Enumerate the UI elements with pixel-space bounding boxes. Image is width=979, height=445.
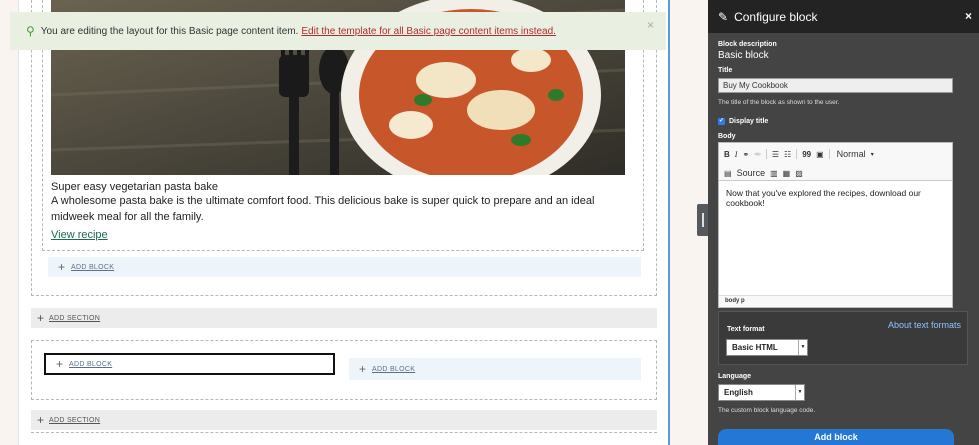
plus-icon: + <box>56 357 64 371</box>
language-select[interactable]: English ▼ <box>718 384 805 401</box>
block-description-value: Basic block <box>718 50 769 61</box>
bulleted-list-icon[interactable]: ☰ <box>772 150 779 159</box>
configure-block-panel: ✎ Configure block × Block description Ba… <box>708 0 979 445</box>
page-content-column: Super easy vegetarian pasta bake A whole… <box>18 0 670 445</box>
bold-button[interactable]: B <box>724 150 730 159</box>
element-path: body p <box>719 295 952 307</box>
text-format-select[interactable]: Basic HTML ▼ <box>726 339 808 356</box>
add-block-label: ADD BLOCK <box>69 360 113 368</box>
title-label: Title <box>718 67 733 74</box>
layout-section-3 <box>31 432 657 445</box>
language-help: The custom block language code. <box>718 407 816 414</box>
recipe-title: Super easy vegetarian pasta bake <box>51 181 218 193</box>
add-block-button[interactable]: Add block <box>718 429 954 445</box>
view-recipe-link[interactable]: View recipe <box>51 229 108 241</box>
panel-header: ✎ Configure block × <box>708 0 979 33</box>
link-icon[interactable]: ⚭ <box>742 150 749 159</box>
body-label: Body <box>718 133 736 140</box>
format-select[interactable]: Normal <box>837 149 866 159</box>
close-icon[interactable]: × <box>965 9 972 23</box>
block-description-label: Block description <box>718 41 777 48</box>
blockquote-button[interactable]: 99 <box>802 150 811 159</box>
add-section-label: ADD SECTION <box>49 416 101 424</box>
chevron-down-icon[interactable]: ▾ <box>871 151 874 158</box>
recipe-summary: A wholesome pasta bake is the ultimate c… <box>51 195 595 223</box>
image-icon[interactable]: ▣ <box>816 150 824 159</box>
panel-title: Configure block <box>734 9 818 24</box>
plus-icon: + <box>37 311 45 325</box>
add-block-region-second[interactable]: + ADD BLOCK <box>349 358 641 380</box>
title-help: The title of the block as shown to the u… <box>718 99 840 106</box>
add-block-label: ADD BLOCK <box>71 263 115 271</box>
plus-icon: + <box>359 362 367 376</box>
language-label: Language <box>718 373 752 380</box>
close-icon[interactable]: × <box>647 18 654 32</box>
source-icon[interactable]: ▤ <box>724 169 732 178</box>
paste-text-icon[interactable]: ▦ <box>783 169 791 178</box>
display-title-label: Display title <box>729 118 769 125</box>
add-section-1[interactable]: + ADD SECTION <box>31 308 657 328</box>
notice-text: You are editing the layout for this Basi… <box>40 25 299 37</box>
add-section-2[interactable]: + ADD SECTION <box>31 410 657 430</box>
about-text-formats-link[interactable]: About text formats <box>888 320 961 330</box>
add-block-label: ADD BLOCK <box>372 365 416 373</box>
layout-editor: Super easy vegetarian pasta bake A whole… <box>0 0 697 445</box>
text-format-label: Text format <box>727 326 765 333</box>
media-icon[interactable]: ▨ <box>795 169 803 178</box>
plus-icon: + <box>37 413 45 427</box>
unlink-icon[interactable]: ⚮ <box>754 150 761 159</box>
numbered-list-icon[interactable]: ☷ <box>784 150 791 159</box>
map-pin-icon: ⚲ <box>26 24 35 38</box>
chevron-down-icon: ▼ <box>795 385 804 400</box>
paste-icon[interactable]: ▥ <box>770 169 778 178</box>
editor-content[interactable]: Now that you've explored the recipes, do… <box>719 181 952 215</box>
add-block-region-1[interactable]: + ADD BLOCK <box>48 257 641 277</box>
display-title-checkbox[interactable]: ✓ Display title <box>718 118 768 125</box>
pencil-icon: ✎ <box>718 9 729 24</box>
edit-template-link[interactable]: Edit the template for all Basic page con… <box>301 26 556 37</box>
add-section-label: ADD SECTION <box>49 314 101 322</box>
text-format-wrapper: Text format About text formats Basic HTM… <box>718 311 968 365</box>
italic-button[interactable]: I <box>735 150 738 159</box>
source-button[interactable]: Source <box>737 168 766 178</box>
plus-icon: + <box>58 260 66 274</box>
checkmark-icon: ✓ <box>718 118 725 125</box>
title-field[interactable]: Buy My Cookbook <box>718 78 953 93</box>
layout-notice: ⚲ You are editing the layout for this Ba… <box>10 12 666 50</box>
add-block-region-first[interactable]: + ADD BLOCK <box>44 353 335 375</box>
layout-section-2: + ADD BLOCK + ADD BLOCK <box>31 340 657 400</box>
chevron-down-icon: ▼ <box>798 340 807 355</box>
editor-toolbar: B I ⚭ ⚮ ☰ ☷ 99 ▣ Normal ▾ ▤ Source ▥ ▦ ▨ <box>719 143 952 181</box>
body-editor[interactable]: B I ⚭ ⚮ ☰ ☷ 99 ▣ Normal ▾ ▤ Source ▥ ▦ ▨ <box>718 142 953 308</box>
